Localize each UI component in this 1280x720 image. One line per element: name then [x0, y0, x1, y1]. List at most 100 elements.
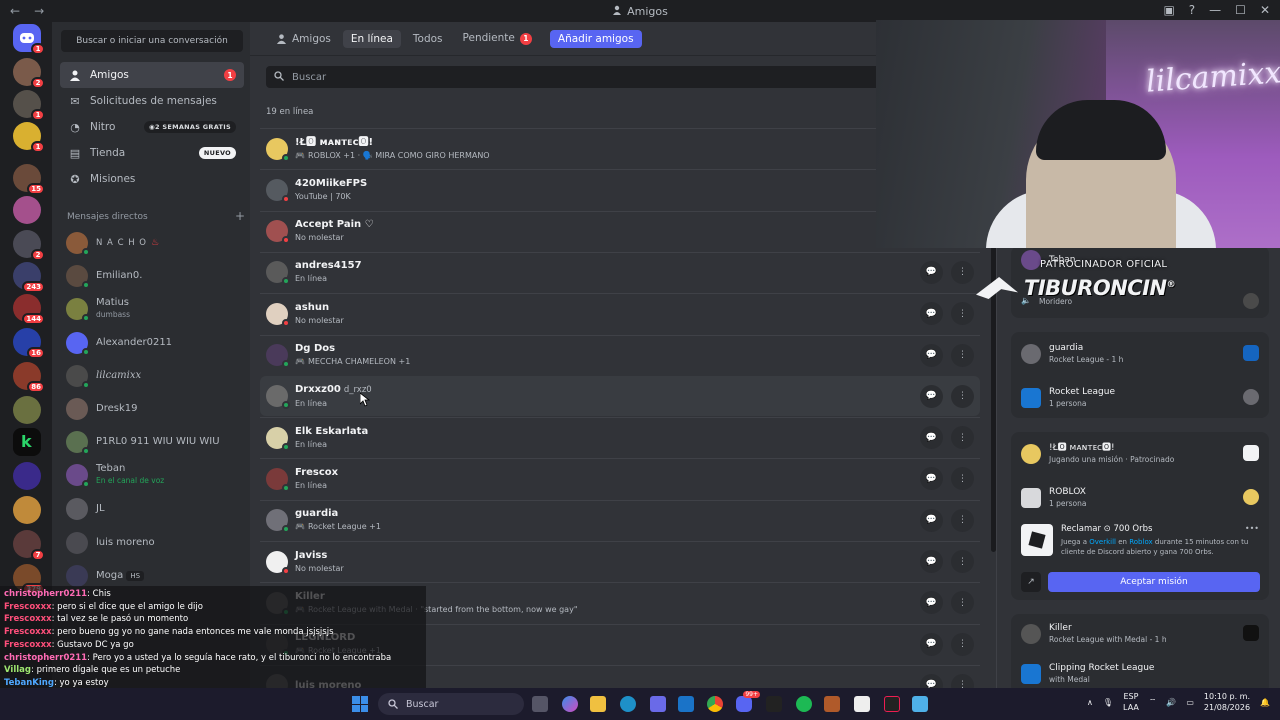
activity-card-guardia[interactable]: guardia Rocket League - 1 h Rocket League… [1011, 332, 1269, 418]
edge-icon[interactable] [620, 696, 636, 712]
message-button[interactable]: 💬 [920, 302, 943, 326]
more-options-button[interactable]: ⋮ [951, 260, 974, 284]
more-options-button[interactable]: ⋮ [951, 426, 974, 450]
battery-icon[interactable]: ▭ [1186, 698, 1194, 707]
tiktok-icon[interactable] [884, 696, 900, 712]
dm-item[interactable]: N A C H O ♨ [60, 228, 244, 258]
wifi-icon[interactable]: ⌔ [1149, 697, 1157, 707]
spotify-icon[interactable] [796, 696, 812, 712]
quest-link-roblox[interactable]: Roblox [1129, 538, 1152, 546]
find-conversation-button[interactable]: Buscar o iniciar una conversación [61, 30, 243, 52]
dm-item[interactable]: Matius dumbass [60, 294, 244, 324]
sidebar-item-shop[interactable]: ▤ Tienda NUEVO [60, 140, 244, 166]
windows-start-icon[interactable] [352, 696, 368, 712]
message-button[interactable]: 💬 [920, 384, 943, 408]
server-icon[interactable]: k [13, 428, 41, 456]
friend-row[interactable]: Dg Dos 🎮 MECCHA CHAMELEON +1 💬 ⋮ [260, 334, 980, 375]
message-button[interactable]: 💬 [920, 260, 943, 284]
task-view-icon[interactable] [532, 696, 548, 712]
more-options-button[interactable]: ⋮ [951, 467, 974, 491]
dm-item[interactable]: Dresk19 [60, 394, 244, 424]
server-icon[interactable]: 2 [13, 58, 45, 89]
server-icon[interactable] [13, 462, 41, 490]
sidebar-item-friends[interactable]: Amigos 1 [60, 62, 244, 88]
message-button[interactable]: 💬 [920, 591, 943, 615]
clock[interactable]: 10:10 p. m. 21/08/2026 [1204, 691, 1250, 713]
maximize-icon[interactable]: ☐ [1235, 3, 1246, 17]
dm-item[interactable]: P1RL0 911 WIU WIU WIU [60, 427, 244, 457]
tab-pending[interactable]: Pendiente 1 [455, 29, 540, 48]
forward-arrow-icon[interactable]: → [34, 4, 44, 18]
friend-row[interactable]: andres4157 En línea 💬 ⋮ [260, 251, 980, 292]
server-icon[interactable]: 16 [13, 328, 45, 359]
dm-item[interactable]: Emilian0. [60, 261, 244, 291]
dm-item[interactable]: Alexander0211 [60, 328, 244, 358]
language-indicator[interactable]: ESP LAA [1123, 691, 1139, 713]
server-icon[interactable]: 243 [13, 262, 45, 293]
friend-row[interactable]: Accept Pain ♡ No molestar [260, 210, 980, 251]
server-icon[interactable]: 86 [13, 362, 45, 393]
server-icon[interactable]: 2 [13, 230, 45, 261]
activity-card-mantec[interactable]: !Ł🅾 ᴍᴀɴᴛᴇᴄ🅾! Jugando una misión · Patroci… [1011, 432, 1269, 600]
server-icon[interactable] [13, 196, 41, 224]
more-options-button[interactable]: ⋮ [951, 508, 974, 532]
discord-taskbar-icon[interactable]: 99+ [736, 691, 760, 712]
taskbar-search[interactable]: Buscar [378, 693, 524, 715]
quest-link-overkill[interactable]: Overkill [1089, 538, 1116, 546]
server-icon[interactable]: 144 [13, 294, 45, 325]
friend-row[interactable]: !Ł🅾 ᴍᴀɴᴛᴇᴄ🅾! 🎮 ROBLOX +1 · 🗣️ MIRA COMO GI… [260, 128, 980, 168]
volume-icon[interactable]: 🔊 [1166, 698, 1176, 707]
friend-row[interactable]: guardia 🎮 Rocket League +1 💬 ⋮ [260, 499, 980, 540]
tab-online[interactable]: En línea [342, 29, 401, 48]
close-icon[interactable]: ✕ [1260, 3, 1270, 17]
chrome-icon[interactable] [707, 696, 723, 712]
friend-row[interactable]: Frescox En línea 💬 ⋮ [260, 458, 980, 498]
message-button[interactable]: 💬 [920, 550, 943, 573]
more-options-button[interactable]: ⋮ [951, 591, 974, 615]
server-icon[interactable]: 7 [13, 530, 45, 561]
tab-all[interactable]: Todos [405, 30, 451, 48]
outlook-icon[interactable] [678, 696, 694, 712]
discord-home-button[interactable]: 1 [13, 24, 45, 55]
server-icon[interactable]: 1 [13, 122, 45, 153]
inbox-icon[interactable]: ▣ [1163, 3, 1174, 17]
app-icon[interactable] [824, 696, 840, 712]
more-options-button[interactable]: ⋮ [951, 550, 974, 573]
more-options-button[interactable]: ⋮ [951, 302, 974, 326]
back-arrow-icon[interactable]: ← [10, 4, 20, 18]
open-quest-button[interactable]: ↗ [1021, 572, 1041, 592]
message-button[interactable]: 💬 [920, 343, 943, 367]
accept-quest-button[interactable]: Aceptar misión [1048, 572, 1260, 592]
more-options-button[interactable]: ⋮ [951, 384, 974, 408]
notification-bell-icon[interactable]: 🔔 [1260, 698, 1270, 707]
message-button[interactable]: 💬 [920, 467, 943, 491]
help-icon[interactable]: ? [1189, 3, 1195, 17]
file-explorer-icon[interactable] [590, 696, 606, 712]
dm-item[interactable]: lilcamixx [60, 361, 244, 391]
friend-row[interactable]: ashun No molestar 💬 ⋮ [260, 293, 980, 333]
dm-item[interactable]: luis moreno [60, 528, 244, 558]
capcut-icon[interactable] [854, 696, 870, 712]
sidebar-item-message-requests[interactable]: ✉ Solicitudes de mensajes [60, 88, 244, 114]
add-friend-button[interactable]: Añadir amigos [549, 29, 642, 48]
chevron-up-icon[interactable]: ∧ [1087, 698, 1093, 707]
sidebar-item-quests[interactable]: ✪ Misiones [60, 166, 244, 192]
more-options-button[interactable]: ⋮ [951, 343, 974, 367]
server-icon[interactable] [13, 396, 41, 424]
app-icon[interactable] [766, 696, 782, 712]
dm-item[interactable]: JL [60, 494, 244, 524]
server-icon[interactable] [13, 496, 41, 524]
store-icon[interactable] [650, 696, 666, 712]
minimize-icon[interactable]: — [1209, 3, 1221, 17]
friend-row[interactable]: Javiss No molestar 💬 ⋮ [260, 541, 980, 581]
dm-item[interactable]: Teban En el canal de voz [60, 460, 244, 490]
friend-search-input[interactable]: Buscar [266, 66, 978, 88]
notepad-icon[interactable] [912, 696, 928, 712]
friend-row[interactable]: Elk Eskarlata En línea 💬 ⋮ [260, 417, 980, 457]
message-button[interactable]: 💬 [920, 508, 943, 532]
message-button[interactable]: 💬 [920, 632, 943, 656]
more-options-button[interactable]: ⋮ [951, 632, 974, 656]
friend-row[interactable]: 420MiikeFPS YouTube | 70K [260, 169, 980, 209]
add-dm-button[interactable]: + [235, 209, 245, 223]
message-button[interactable]: 💬 [920, 426, 943, 450]
